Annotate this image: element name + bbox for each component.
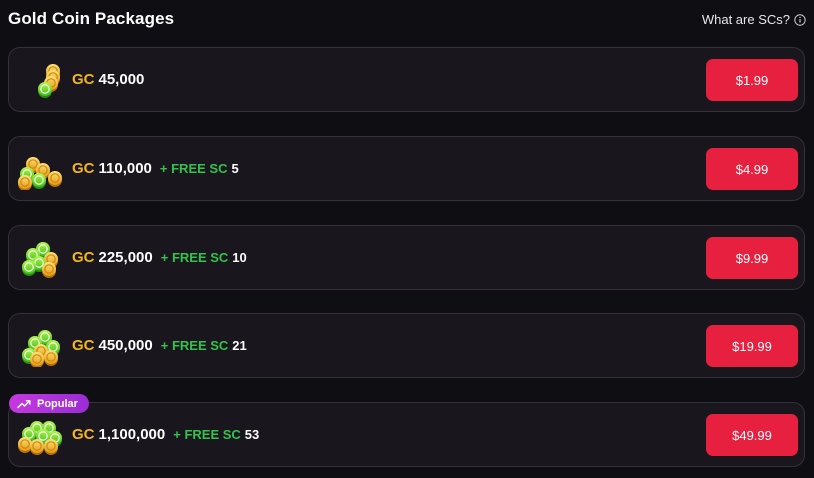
coin-pile-icon [21,241,59,279]
package-row[interactable]: GC 225,000 + FREE SC 10 $9.99 [8,225,805,290]
free-sc-bonus: + FREE SC 10 [161,250,247,265]
coin-pile-icon [21,329,61,367]
free-sc-bonus: + FREE SC 5 [160,161,239,176]
gc-amount: 450,000 [98,337,153,354]
buy-package-button[interactable]: $19.99 [706,325,798,367]
package-row[interactable]: GC 110,000 + FREE SC 5 $4.99 [8,136,805,201]
free-sc-label: + FREE SC [173,427,241,442]
gc-amount: 110,000 [98,160,152,177]
package-list: GC 45,000 $1.99 GC 110,000 + FREE SC 5 $… [0,0,814,478]
buy-package-button[interactable]: $4.99 [706,148,798,190]
free-sc-amount: 5 [231,161,239,176]
gc-label: GC [72,337,95,354]
package-details: GC 45,000 [72,48,144,111]
free-sc-amount: 53 [244,427,260,442]
gc-label: GC [72,71,95,88]
popular-badge: Popular [9,394,89,413]
free-sc-amount: 21 [232,338,247,353]
package-details: GC 110,000 + FREE SC 5 [72,137,239,200]
gc-label: GC [72,249,95,266]
buy-package-button[interactable]: $9.99 [706,237,798,279]
gc-amount: 1,100,000 [98,426,166,443]
coin-pile-icon [17,156,63,190]
free-sc-label: + FREE SC [160,338,229,353]
gc-label: GC [72,426,95,443]
buy-package-button[interactable]: $49.99 [706,414,798,456]
package-row[interactable]: GC 45,000 $1.99 [8,47,805,112]
free-sc-bonus: + FREE SC 53 [173,427,259,442]
gc-amount: 45,000 [98,71,145,88]
gc-amount: 225,000 [98,249,153,266]
package-row[interactable]: Popular GC 1,100,000 + FREE SC 53 $49.99 [8,394,805,467]
popular-label: Popular [37,397,78,410]
gc-label: GC [72,160,95,177]
package-details: GC 1,100,000 + FREE SC 53 [72,403,259,466]
package-row[interactable]: GC 450,000 + FREE SC 21 $19.99 [8,313,805,378]
coin-heap-icon [17,420,63,456]
buy-package-button[interactable]: $1.99 [706,59,798,101]
trending-up-icon [17,399,31,408]
free-sc-label: + FREE SC [160,250,229,265]
package-details: GC 225,000 + FREE SC 10 [72,226,247,289]
free-sc-label: + FREE SC [159,161,228,176]
coin-stack-icon [37,63,61,99]
package-details: GC 450,000 + FREE SC 21 [72,314,247,377]
free-sc-bonus: + FREE SC 21 [161,338,247,353]
free-sc-amount: 10 [232,250,247,265]
